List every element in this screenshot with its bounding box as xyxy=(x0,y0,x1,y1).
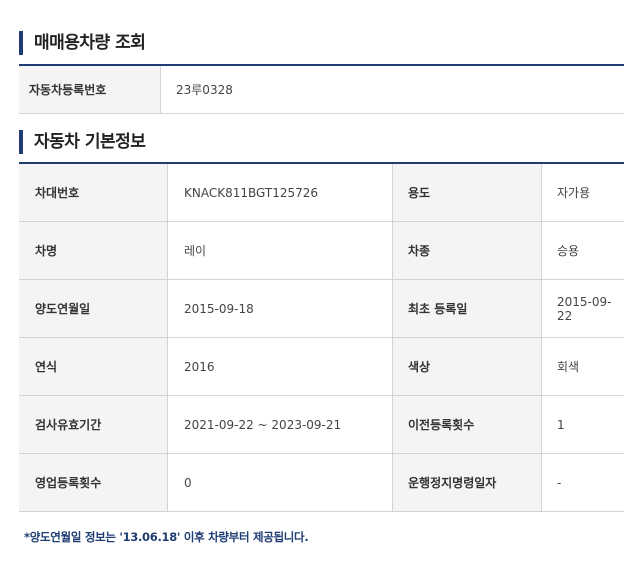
usage-label: 용도 xyxy=(393,164,542,221)
table-row: 자동차등록번호 23루0328 xyxy=(19,66,624,114)
inspection-period-value: 2021-09-22 ~ 2023-09-21 xyxy=(168,396,393,453)
color-label: 색상 xyxy=(393,338,542,395)
info-section-title: 자동차 기본정보 xyxy=(19,130,146,154)
reg-number-value: 23루0328 xyxy=(176,83,233,97)
transfer-date-label: 양도연월일 xyxy=(19,280,168,337)
table-row: 차명 레이 차종 승용 xyxy=(19,222,624,280)
business-registration-count-label: 영업등록횟수 xyxy=(19,454,168,511)
transfer-count-label: 이전등록횟수 xyxy=(393,396,542,453)
transfer-date-value: 2015-09-18 xyxy=(168,280,393,337)
suspension-order-date-label: 운행정지명령일자 xyxy=(393,454,542,511)
vin-label: 차대번호 xyxy=(19,164,168,221)
model-year-value: 2016 xyxy=(168,338,393,395)
model-name-label: 차명 xyxy=(19,222,168,279)
footnote: *양도연월일 정보는 '13.06.18' 이후 차량부터 제공됩니다. xyxy=(24,530,309,544)
inspection-period-label: 검사유효기간 xyxy=(19,396,168,453)
table-row: 연식 2016 색상 회색 xyxy=(19,338,624,396)
vehicle-type-value: 승용 xyxy=(557,244,580,258)
table-row: 양도연월일 2015-09-18 최초 등록일 2015-09-22 xyxy=(19,280,624,338)
business-registration-count-value: 0 xyxy=(168,454,393,511)
model-name-value: 레이 xyxy=(168,222,393,279)
table-row: 검사유효기간 2021-09-22 ~ 2023-09-21 이전등록횟수 1 xyxy=(19,396,624,454)
search-section-title: 매매용차량 조회 xyxy=(19,31,146,55)
suspension-order-date-value: - xyxy=(557,475,562,490)
color-value: 회색 xyxy=(557,360,580,374)
vehicle-type-label: 차종 xyxy=(393,222,542,279)
table-row: 영업등록횟수 0 운행정지명령일자 - xyxy=(19,454,624,512)
reg-number-label: 자동차등록번호 xyxy=(19,66,161,113)
model-year-label: 연식 xyxy=(19,338,168,395)
registration-table: 자동차등록번호 23루0328 xyxy=(19,64,624,114)
first-registration-label: 최초 등록일 xyxy=(393,280,542,337)
table-row: 차대번호 KNACK811BGT125726 용도 자가용 xyxy=(19,164,624,222)
first-registration-value: 2015-09-22 xyxy=(557,294,612,323)
vehicle-info-table: 차대번호 KNACK811BGT125726 용도 자가용 차명 레이 차종 승… xyxy=(19,162,624,512)
vin-value: KNACK811BGT125726 xyxy=(168,164,393,221)
usage-value: 자가용 xyxy=(557,186,591,200)
transfer-count-value: 1 xyxy=(557,417,565,432)
